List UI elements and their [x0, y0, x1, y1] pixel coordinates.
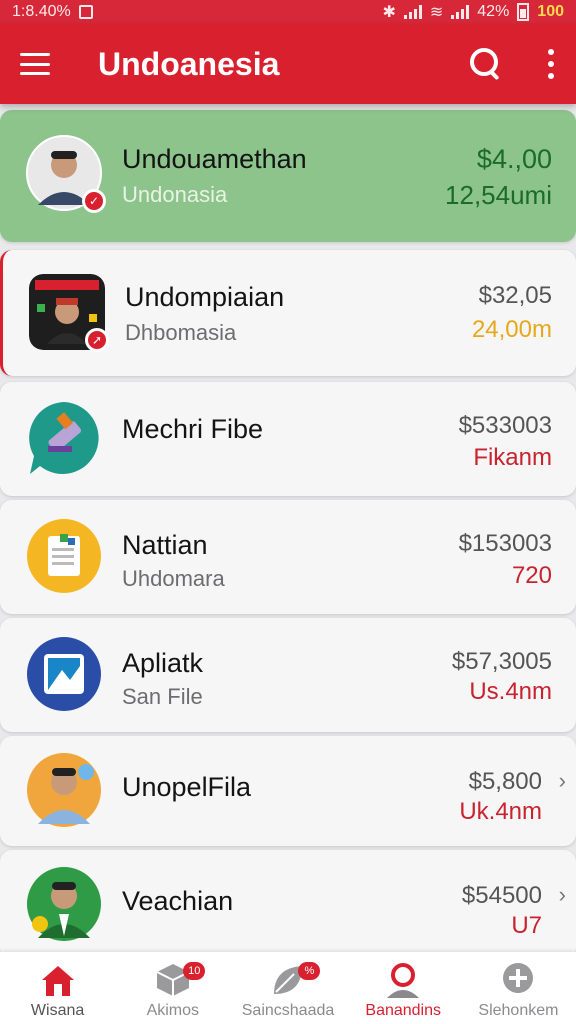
home-icon [38, 960, 78, 1000]
chat-pencil-icon [26, 400, 102, 476]
nav-label: Saincshaada [241, 1002, 335, 1019]
list-item[interactable]: Apliatk San File $57,3005 Us.4nm [0, 618, 576, 732]
person-icon [383, 960, 423, 1000]
item-amount: Us.4nm [469, 678, 552, 705]
bluetooth-icon: ✱ [382, 4, 396, 21]
item-amount: U7 [511, 912, 542, 939]
bottom-navigation: Wisana 10 Akimos % Saincshaada Banandins… [0, 952, 576, 1024]
nav-item-wisana[interactable]: Wisana [0, 952, 115, 1024]
more-vertical-icon[interactable] [546, 49, 556, 79]
image-app-icon [26, 636, 102, 712]
app-thumbnail: ➚ [29, 274, 109, 352]
item-subtitle: San File [122, 684, 203, 709]
item-price: $54500 [461, 882, 542, 909]
nav-label: Akimos [146, 1002, 200, 1019]
status-time: 1:8.40% [12, 3, 71, 20]
item-amount: 720 [511, 562, 552, 589]
item-name: Mechri Fibe [122, 414, 264, 444]
list-item[interactable]: ➚ Undompiaian Dhbomasia $32,05 24,00m [0, 250, 576, 376]
nav-item-saincshaada[interactable]: % Saincshaada [230, 952, 345, 1024]
item-price: $153003 [458, 530, 552, 557]
notification-icon [78, 5, 93, 19]
item-name: Apliatk [122, 648, 204, 678]
item-price: $4.,00 [476, 144, 552, 174]
nav-label: Slehonkem [478, 1002, 559, 1019]
battery-percent: 42% [477, 3, 510, 20]
list-item[interactable]: Mechri Fibe $533003 Fikanm [0, 382, 576, 496]
item-name: Nattian [122, 530, 208, 560]
person-avatar [26, 752, 102, 828]
document-icon [26, 518, 102, 594]
nav-item-slehonkem[interactable]: Slehonkem [461, 952, 576, 1024]
item-price: $533003 [458, 412, 552, 439]
item-name: Veachian [122, 886, 234, 916]
chevron-right-icon[interactable]: › [559, 768, 566, 794]
page-title: Undoanesia [98, 45, 280, 82]
plus-circle-icon [498, 960, 538, 1000]
wifi-icon: ≋ [429, 4, 444, 21]
hamburger-menu-icon[interactable] [20, 53, 50, 75]
item-amount: 12,54umi [445, 180, 552, 210]
nav-item-banandins[interactable]: Banandins [346, 952, 461, 1024]
status-right-value: 100 [537, 3, 564, 20]
item-subtitle: Dhbomasia [125, 320, 237, 345]
item-amount: Uk.4nm [459, 798, 542, 825]
item-name: Undompiaian [125, 282, 285, 312]
notification-count: 10 [183, 962, 206, 980]
item-name: UnopelFila [122, 772, 252, 802]
signal-icon [403, 5, 422, 19]
signal-icon-2 [451, 5, 470, 19]
list-item[interactable]: ✓ Undouamethan Undonasia $4.,00 12,54umi [0, 110, 576, 242]
list-item[interactable]: UnopelFila $5,800 › Uk.4nm [0, 736, 576, 846]
notification-count: % [298, 962, 321, 980]
chevron-right-icon[interactable]: › [559, 882, 566, 908]
item-amount: Fikanm [473, 444, 552, 471]
person-avatar: ✓ [26, 135, 106, 213]
list-item[interactable]: Nattian Uhdomara $153003 720 [0, 500, 576, 614]
nav-label: Wisana [30, 1002, 85, 1019]
nav-item-akimos[interactable]: 10 Akimos [115, 952, 230, 1024]
status-bar: 1:8.40% ✱ ≋ 42% 100 [0, 0, 576, 24]
check-badge-icon: ✓ [82, 189, 106, 213]
battery-icon [517, 3, 530, 21]
person-avatar [26, 866, 102, 942]
search-icon[interactable] [466, 44, 506, 84]
item-price: $32,05 [478, 282, 552, 309]
nav-label: Banandins [365, 1002, 442, 1019]
item-amount: 24,00m [471, 316, 552, 343]
item-subtitle: Uhdomara [122, 566, 225, 591]
arrow-badge-icon: ➚ [85, 328, 109, 352]
item-price: $5,800 [468, 768, 542, 795]
list-item[interactable]: Veachian $54500 › U7 [0, 850, 576, 960]
item-name: Undouamethan [122, 144, 307, 174]
app-bar: Undoanesia [0, 24, 576, 104]
item-subtitle: Undonasia [122, 182, 228, 207]
item-price: $57,3005 [451, 648, 552, 675]
